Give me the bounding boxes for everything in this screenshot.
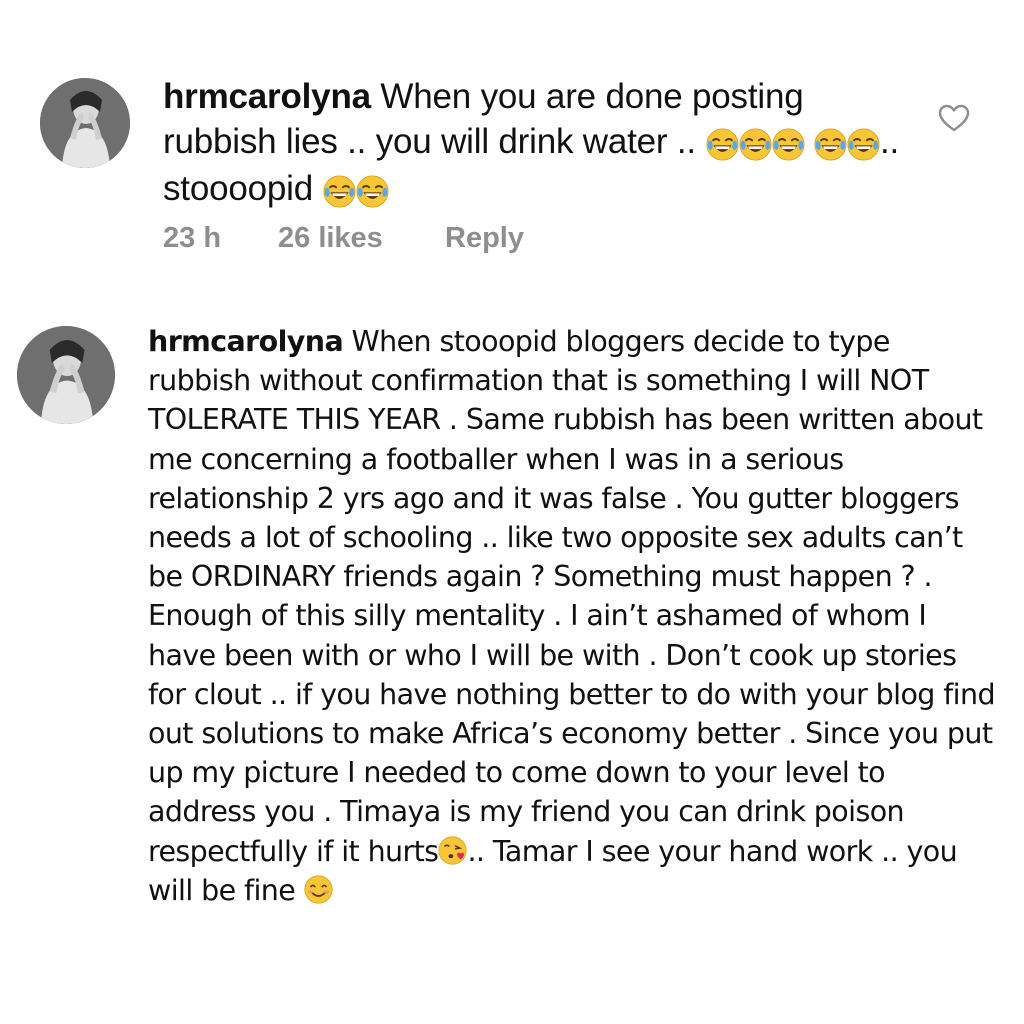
face-with-tears-of-joy-icon — [705, 127, 739, 161]
face-blowing-a-kiss-icon — [438, 836, 468, 865]
comment-text: hrmcarolyna When stooopid bloggers decid… — [148, 322, 998, 910]
emoji-group — [322, 169, 389, 214]
comment-text: hrmcarolyna When you are done posting ru… — [163, 74, 923, 214]
avatar[interactable] — [40, 78, 130, 168]
comment-body: When stooopid bloggers decide to type ru… — [148, 325, 996, 868]
face-with-tears-of-joy-icon — [355, 175, 389, 208]
avatar[interactable] — [17, 326, 115, 424]
smiling-face-with-smiling-eyes-icon — [304, 875, 333, 904]
comment-time: 23 h — [163, 222, 222, 254]
face-with-tears-of-joy-icon — [771, 127, 805, 161]
emoji-group — [814, 121, 880, 166]
face-with-tears-of-joy-icon — [847, 127, 880, 161]
emoji-group — [705, 121, 805, 166]
reply-button[interactable]: Reply — [445, 222, 524, 255]
heart-outline-icon[interactable] — [938, 104, 970, 132]
face-with-tears-of-joy-icon — [814, 127, 847, 161]
face-with-tears-of-joy-icon — [738, 127, 772, 161]
comment-username[interactable]: hrmcarolyna — [148, 325, 344, 358]
comment-likes[interactable]: 26 likes — [278, 222, 383, 255]
comment-username[interactable]: hrmcarolyna — [163, 77, 371, 116]
face-with-tears-of-joy-icon — [322, 175, 356, 208]
